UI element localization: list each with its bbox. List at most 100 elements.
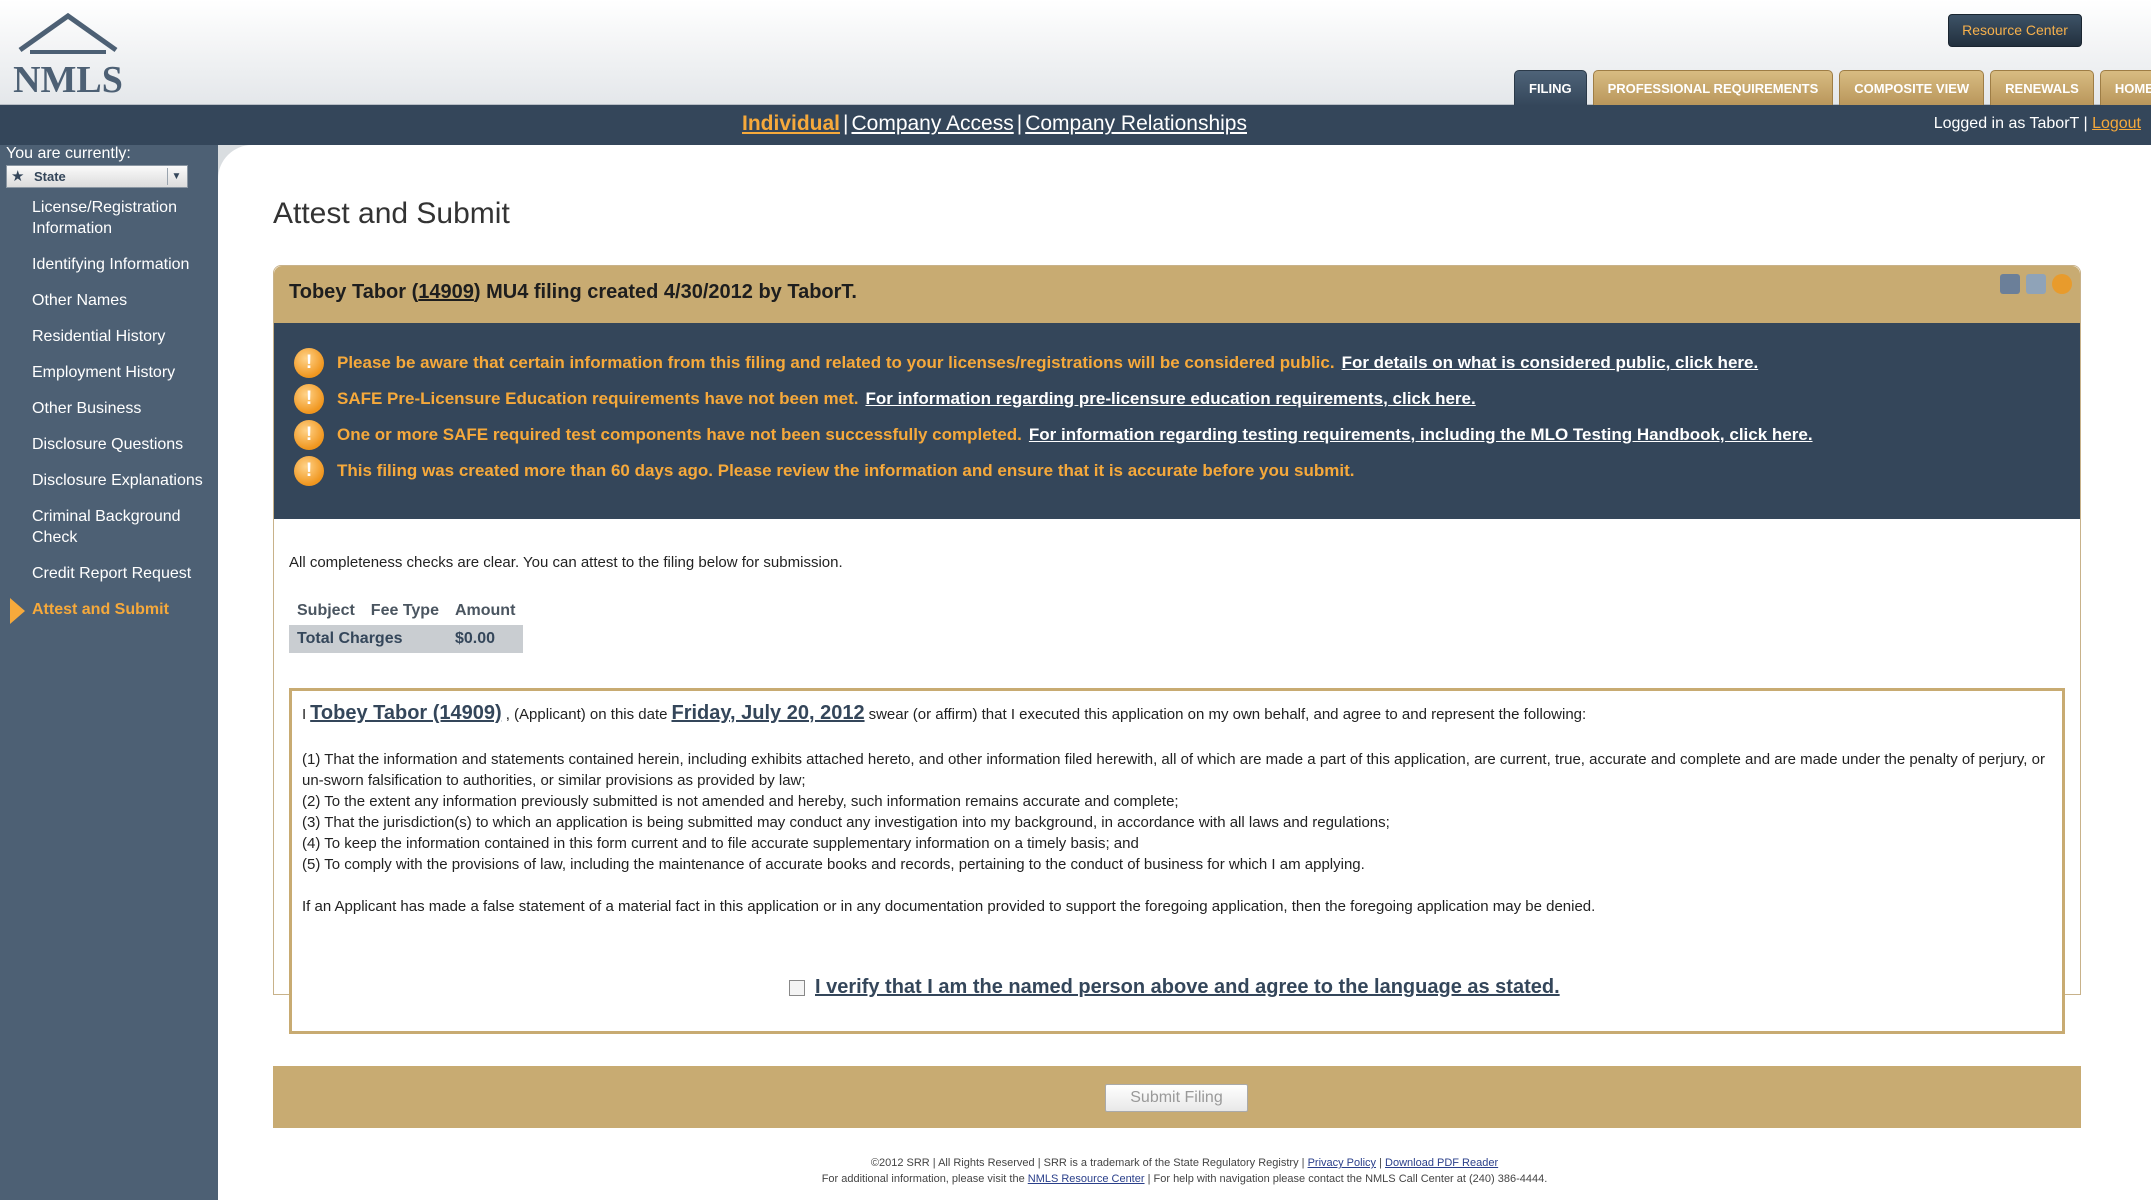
- tab-home[interactable]: HOME: [2099, 70, 2151, 106]
- main-nav-tabs: FILING PROFESSIONAL REQUIREMENTS COMPOSI…: [1508, 70, 2151, 106]
- column-header: Subject: [297, 602, 355, 619]
- sidebar-item-identifying-information[interactable]: Identifying Information: [0, 254, 218, 275]
- warning-icon: !: [294, 348, 324, 378]
- print-icon[interactable]: [2000, 274, 2020, 294]
- page-title: Attest and Submit: [273, 197, 510, 230]
- subnav-links: Individual | Company Access | Company Relati…: [742, 112, 1247, 136]
- applicant-name: Tobey Tabor (14909): [310, 702, 502, 724]
- footer-help-text: | For help with navigation please contac…: [1147, 1173, 1548, 1185]
- sidebar-item-residential-history[interactable]: Residential History: [0, 326, 218, 347]
- you-are-currently-label: You are currently:: [6, 145, 131, 162]
- clause: (5) To comply with the provisions of law…: [302, 856, 1365, 873]
- logo-text: NMLS: [13, 59, 123, 97]
- sidebar-item-criminal-background-check[interactable]: Criminal Background Check: [0, 506, 218, 548]
- sub-navigation: Individual | Company Access | Company Relati…: [0, 105, 2151, 145]
- false-statement-notice: If an Applicant has made a false stateme…: [302, 898, 1596, 915]
- clause: (2) To the extent any information previo…: [302, 793, 1179, 810]
- footer-copyright: ©2012 SRR | All Rights Reserved | SRR is…: [870, 1157, 1305, 1169]
- warning-icon: !: [294, 456, 324, 486]
- chevron-down-icon: ▼: [167, 168, 185, 185]
- sidebar: You are currently: ★ State ▼ License/Reg…: [0, 145, 218, 1200]
- sidebar-item-employment-history[interactable]: Employment History: [0, 362, 218, 383]
- sidebar-item-license-registration[interactable]: License/Registration Information: [0, 197, 218, 239]
- testing-requirements-link[interactable]: For information regarding testing requir…: [1029, 425, 1813, 445]
- clause: (1) That the information and statements …: [302, 751, 2045, 789]
- subnav-separator: |: [843, 112, 849, 135]
- submit-filing-button[interactable]: Submit Filing: [1105, 1084, 1248, 1112]
- main-content: Attest and Submit Tobey Tabor (14909) MU…: [218, 145, 2151, 1200]
- attest-suffix: swear (or affirm) that I executed this a…: [868, 706, 1587, 723]
- footer-line-1: ©2012 SRR | All Rights Reserved | SRR is…: [218, 1155, 2151, 1171]
- sidebar-item-credit-report-request[interactable]: Credit Report Request: [0, 563, 218, 584]
- filing-id-link[interactable]: 14909: [418, 281, 474, 303]
- attestation-clauses: (1) That the information and statements …: [302, 749, 2047, 875]
- tab-professional-requirements[interactable]: PROFESSIONAL REQUIREMENTS: [1592, 70, 1834, 106]
- help-icon[interactable]: [2052, 274, 2072, 294]
- verify-checkbox[interactable]: [789, 979, 805, 996]
- column-header: Amount: [454, 602, 516, 619]
- public-info-link[interactable]: For details on what is considered public…: [1342, 353, 1759, 373]
- filing-panel: Tobey Tabor (14909) MU4 filing created 4…: [273, 265, 2081, 1034]
- warning-icon: !: [294, 420, 324, 450]
- footer-info-text: For additional information, please visit…: [821, 1173, 1025, 1185]
- clause: (4) To keep the information contained in…: [302, 835, 1139, 852]
- warning-text: One or more SAFE required test component…: [337, 425, 1022, 444]
- nmls-logo[interactable]: NMLS: [12, 12, 124, 97]
- warning-row: ! Please be aware that certain informati…: [294, 348, 1758, 378]
- sidebar-item-disclosure-questions[interactable]: Disclosure Questions: [0, 434, 218, 455]
- footer-separator: |: [1379, 1157, 1382, 1169]
- clause: (3) That the jurisdiction(s) to which an…: [302, 814, 1390, 831]
- sidebar-item-attest-and-submit[interactable]: Attest and Submit: [0, 598, 218, 624]
- sidebar-item-disclosure-explanations[interactable]: Disclosure Explanations: [0, 470, 218, 491]
- subnav-company-access-link[interactable]: Company Access: [851, 112, 1013, 135]
- attestation-statement: I Tobey Tabor (14909), (Applicant) on thi…: [302, 702, 1586, 725]
- subnav-company-relationships-link[interactable]: Company Relationships: [1025, 112, 1247, 135]
- attest-prefix: I: [302, 706, 307, 723]
- tab-filing[interactable]: FILING: [1514, 70, 1587, 106]
- filing-title-suffix: ) MU4 filing created 4/30/2012 by TaborT…: [473, 281, 857, 303]
- total-charges-amount: $0.00: [446, 625, 524, 653]
- column-header: Fee Type: [370, 602, 439, 619]
- email-icon[interactable]: [2026, 274, 2046, 294]
- attest-mid: , (Applicant) on this date: [505, 706, 668, 723]
- subnav-separator: |: [1016, 112, 1023, 135]
- sidebar-item-other-business[interactable]: Other Business: [0, 398, 218, 419]
- state-dropdown[interactable]: ★ State ▼: [6, 165, 188, 188]
- sidebar-item-other-names[interactable]: Other Names: [0, 290, 218, 311]
- privacy-policy-link[interactable]: Privacy Policy: [1308, 1157, 1376, 1169]
- subnav-individual-link[interactable]: Individual: [742, 112, 840, 135]
- verify-row: I verify that I am the named person abov…: [789, 976, 1560, 999]
- filing-header-icons: [2000, 274, 2072, 294]
- tab-composite-view[interactable]: COMPOSITE VIEW: [1839, 70, 1985, 106]
- warning-text: This filing was created more than 60 day…: [337, 461, 1355, 480]
- total-charges-label: Total Charges: [289, 625, 447, 653]
- warning-text: Please be aware that certain information…: [337, 353, 1335, 372]
- filing-title-prefix: Tobey Tabor (: [289, 281, 419, 303]
- sidebar-item-label: Attest and Submit: [32, 601, 169, 618]
- resource-center-button[interactable]: Resource Center: [1948, 14, 2082, 47]
- logout-separator: |: [2083, 115, 2088, 132]
- education-requirements-link[interactable]: For information regarding pre-licensure …: [865, 389, 1475, 409]
- active-pointer-icon: [10, 598, 25, 624]
- verify-label[interactable]: I verify that I am the named person abov…: [815, 976, 1560, 999]
- warning-row: ! SAFE Pre-Licensure Education requireme…: [294, 384, 1476, 414]
- filing-header: Tobey Tabor (14909) MU4 filing created 4…: [274, 266, 2080, 323]
- fee-table-header-row: Subject Fee Type Amount: [289, 597, 523, 625]
- warning-row: ! One or more SAFE required test compone…: [294, 420, 1813, 450]
- submit-bar: Submit Filing: [273, 1066, 2081, 1128]
- tab-renewals[interactable]: RENEWALS: [1990, 70, 2094, 106]
- warning-icon: !: [294, 384, 324, 414]
- nmls-resource-center-link[interactable]: NMLS Resource Center: [1028, 1173, 1145, 1185]
- fee-table-total-row: Total Charges $0.00: [289, 625, 524, 653]
- logout-link[interactable]: Logout: [2092, 115, 2141, 132]
- attestation-box: I Tobey Tabor (14909), (Applicant) on thi…: [289, 688, 2065, 1034]
- fee-table: Subject Fee Type Amount Total Charges $0…: [289, 597, 524, 653]
- state-dropdown-value: State: [34, 169, 66, 184]
- warning-row: ! This filing was created more than 60 d…: [294, 456, 1354, 486]
- footer-line-2: For additional information, please visit…: [218, 1171, 2151, 1187]
- download-pdf-reader-link[interactable]: Download PDF Reader: [1385, 1157, 1498, 1169]
- warning-text: SAFE Pre-Licensure Education requirement…: [337, 389, 859, 408]
- logged-in-status: Logged in as TaborT | Logout: [1934, 115, 2141, 133]
- star-icon: ★: [11, 168, 25, 185]
- attest-date: Friday, July 20, 2012: [671, 702, 865, 724]
